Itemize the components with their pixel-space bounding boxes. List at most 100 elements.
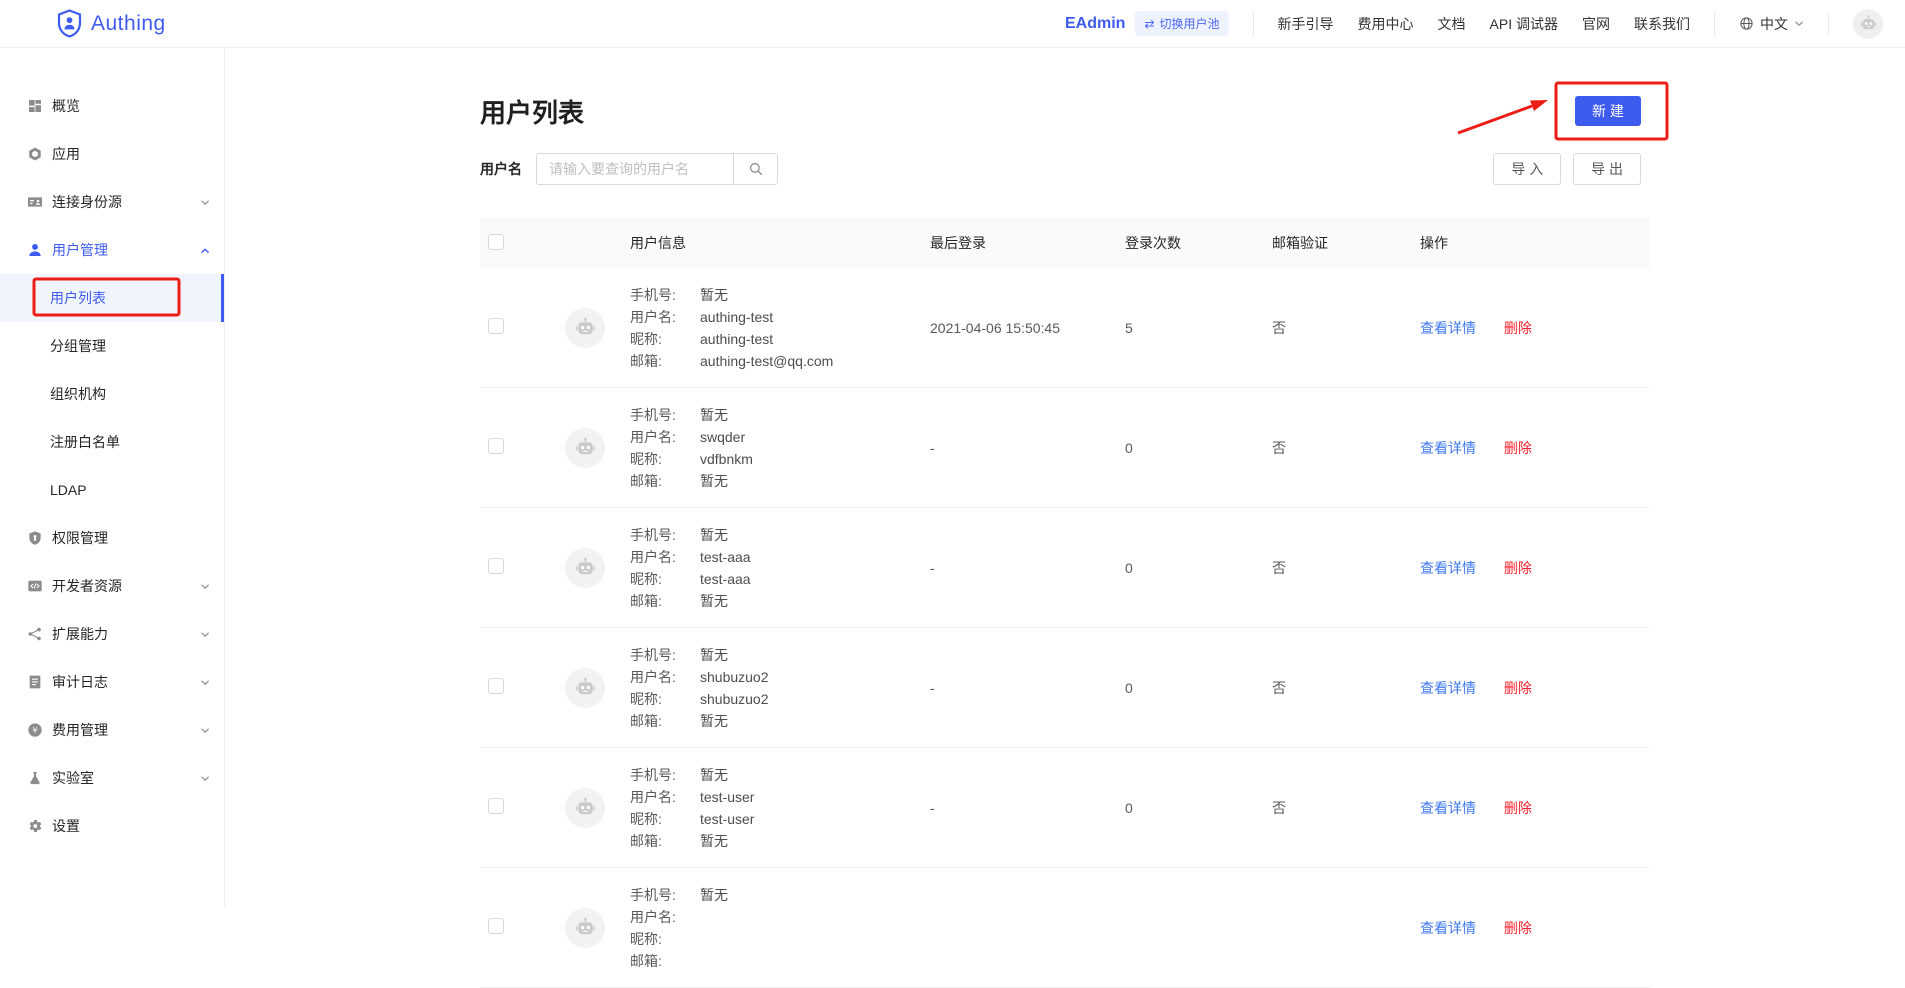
header-last-login: 最后登录 [930,233,1125,253]
delete-link[interactable]: 删除 [1504,680,1532,696]
info-value-username: swqder [700,426,745,448]
brand-wordmark: Authing [91,12,166,36]
sidebar-subitem-organization[interactable]: 组织机构 [0,370,224,418]
nav-link-contact-us[interactable]: 联系我们 [1634,14,1690,34]
info-value-phone: 暂无 [700,764,728,786]
info-label-username: 用户名: [630,906,700,928]
sidebar-item-applications[interactable]: 应用 [0,130,224,178]
info-value-nickname: test-aaa [700,568,751,590]
row-checkbox[interactable] [488,918,504,934]
sidebar-item-developer-resources[interactable]: 开发者资源 [0,562,224,610]
id-card-icon [27,194,44,211]
nav-link-official-site[interactable]: 官网 [1582,14,1610,34]
chevron-up-icon [200,246,210,255]
shield-icon [27,530,44,547]
info-label-username: 用户名: [630,426,700,448]
view-detail-link[interactable]: 查看详情 [1420,680,1476,696]
header-actions: 操作 [1420,233,1650,253]
sidebar-subitem-label: 组织机构 [50,384,106,404]
sidebar-item-label: 用户管理 [52,240,108,260]
nav-link-billing-center[interactable]: 费用中心 [1358,14,1414,34]
header-login-count: 登录次数 [1125,233,1272,253]
cell-email-verified: 否 [1272,438,1420,458]
row-checkbox[interactable] [488,438,504,454]
switch-pool-label: 切换用户池 [1160,15,1220,32]
username-search-input[interactable] [537,154,733,184]
info-value-username: shubuzuo2 [700,666,769,688]
info-label-phone: 手机号: [630,764,700,786]
view-detail-link[interactable]: 查看详情 [1420,800,1476,816]
sidebar-item-label: 扩展能力 [52,624,108,644]
sidebar-item-label: 应用 [52,144,80,164]
info-label-email: 邮箱: [630,710,700,732]
view-detail-link[interactable]: 查看详情 [1420,440,1476,456]
nav-link-newbie-guide[interactable]: 新手引导 [1278,14,1334,34]
sidebar-subitem-user-list[interactable]: 用户列表 [0,274,224,322]
sidebar-item-permission-management[interactable]: 权限管理 [0,514,224,562]
delete-link[interactable]: 删除 [1504,800,1532,816]
row-checkbox[interactable] [488,678,504,694]
row-checkbox[interactable] [488,558,504,574]
info-value-phone: 暂无 [700,524,728,546]
grid-icon [27,98,44,115]
info-value-username: test-user [700,786,754,808]
cell-email-verified: 否 [1272,558,1420,578]
sidebar-subitem-group-management[interactable]: 分组管理 [0,322,224,370]
delete-link[interactable]: 删除 [1504,560,1532,576]
search-button[interactable] [733,154,777,184]
robot-avatar-icon [574,316,597,339]
select-all-checkbox[interactable] [488,234,504,250]
view-detail-link[interactable]: 查看详情 [1420,560,1476,576]
chevron-down-icon [200,678,210,687]
authing-logo[interactable]: Authing [56,9,166,39]
sidebar-item-settings[interactable]: 设置 [0,802,224,850]
delete-link[interactable]: 删除 [1504,440,1532,456]
sidebar-item-extension-capabilities[interactable]: 扩展能力 [0,610,224,658]
info-label-email: 邮箱: [630,350,700,372]
yen-coin-icon: ¥ [27,722,44,739]
user-avatar [565,668,605,708]
sidebar-item-label: 审计日志 [52,672,108,692]
flask-icon [27,770,44,787]
sidebar-item-audit-logs[interactable]: 审计日志 [0,658,224,706]
export-button[interactable]: 导 出 [1573,153,1641,185]
user-pool-name[interactable]: EAdmin [1065,15,1125,33]
create-user-button[interactable]: 新 建 [1575,96,1641,126]
switch-pool-button[interactable]: ⇄ 切换用户池 [1135,11,1228,36]
sidebar-subitem-label: 用户列表 [50,288,106,308]
row-checkbox[interactable] [488,318,504,334]
import-button[interactable]: 导 入 [1493,153,1561,185]
language-selector[interactable]: 中文 [1739,14,1804,34]
top-navbar: Authing EAdmin ⇄ 切换用户池 新手引导 费用中心 文档 API … [0,0,1905,48]
chevron-down-icon [200,630,210,639]
info-label-nickname: 昵称: [630,568,700,590]
chevron-down-icon [200,582,210,591]
sidebar-subitem-ldap[interactable]: LDAP [0,466,224,514]
delete-link[interactable]: 删除 [1504,920,1532,936]
sidebar-item-laboratory[interactable]: 实验室 [0,754,224,802]
header-user-info: 用户信息 [630,233,930,253]
view-detail-link[interactable]: 查看详情 [1420,920,1476,936]
sidebar-item-identity-sources[interactable]: 连接身份源 [0,178,224,226]
cell-login-count: 0 [1125,800,1272,816]
sidebar-subitem-registration-whitelist[interactable]: 注册白名单 [0,418,224,466]
account-avatar[interactable] [1853,9,1883,39]
sidebar-item-label: 连接身份源 [52,192,122,212]
cell-login-count: 0 [1125,440,1272,456]
divider [1714,13,1715,35]
sidebar-item-user-management[interactable]: 用户管理 [0,226,224,274]
sidebar-item-overview[interactable]: 概览 [0,82,224,130]
info-label-username: 用户名: [630,546,700,568]
user-avatar [565,788,605,828]
view-detail-link[interactable]: 查看详情 [1420,320,1476,336]
row-checkbox[interactable] [488,798,504,814]
delete-link[interactable]: 删除 [1504,320,1532,336]
info-value-email: 暂无 [700,470,728,492]
info-value-email: 暂无 [700,830,728,852]
nav-link-docs[interactable]: 文档 [1438,14,1466,34]
sidebar-item-billing-management[interactable]: ¥ 费用管理 [0,706,224,754]
globe-icon [1739,16,1754,31]
nav-link-api-debugger[interactable]: API 调试器 [1490,14,1558,34]
info-label-nickname: 昵称: [630,448,700,470]
robot-avatar-icon [574,796,597,819]
